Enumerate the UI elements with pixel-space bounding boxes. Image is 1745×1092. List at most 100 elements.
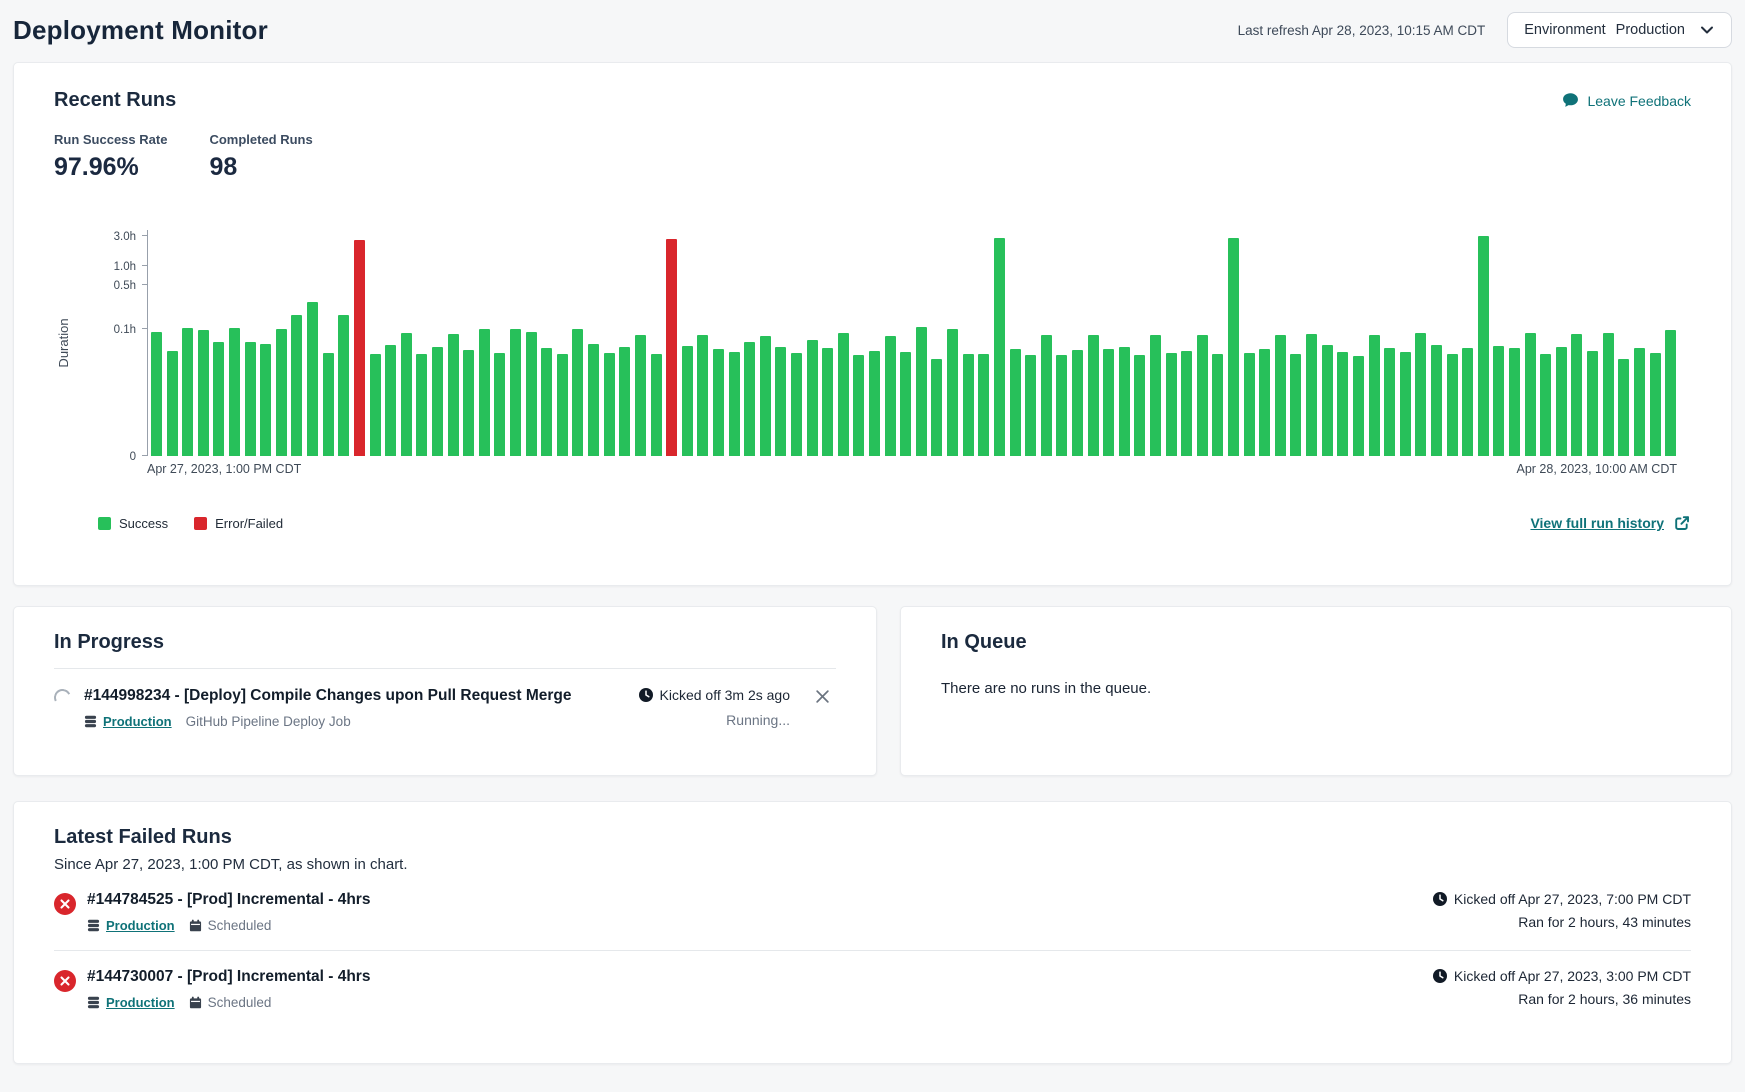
chart-bar-success[interactable]: [978, 354, 989, 456]
chart-bar-success[interactable]: [1072, 350, 1083, 456]
chart-bar-success[interactable]: [838, 333, 849, 456]
chart-bar-success[interactable]: [1275, 335, 1286, 456]
chart-bar-success[interactable]: [791, 353, 802, 456]
chart-bar-success[interactable]: [1290, 354, 1301, 456]
chart-bar-success[interactable]: [338, 315, 349, 456]
chart-bar-success[interactable]: [635, 335, 646, 456]
chart-bar-success[interactable]: [1353, 356, 1364, 456]
chart-bar-success[interactable]: [1337, 352, 1348, 456]
chart-bar-success[interactable]: [947, 329, 958, 456]
chart-bar-success[interactable]: [963, 354, 974, 456]
chart-bar-success[interactable]: [494, 353, 505, 456]
chart-bar-success[interactable]: [1509, 348, 1520, 456]
chart-bar-success[interactable]: [401, 333, 412, 456]
chart-bar-success[interactable]: [1103, 349, 1114, 456]
chart-bar-success[interactable]: [245, 342, 256, 456]
chart-bar-success[interactable]: [1665, 330, 1676, 456]
chart-bar-success[interactable]: [1634, 348, 1645, 456]
chart-bar-success[interactable]: [760, 336, 771, 456]
chart-bar-success[interactable]: [1228, 238, 1239, 456]
chart-bar-success[interactable]: [479, 329, 490, 456]
chart-bar-success[interactable]: [994, 238, 1005, 456]
chart-bar-success[interactable]: [557, 354, 568, 456]
chart-bar-success[interactable]: [588, 344, 599, 456]
chart-bar-success[interactable]: [1415, 333, 1426, 456]
chart-bar-success[interactable]: [182, 328, 193, 456]
close-icon[interactable]: [815, 689, 830, 704]
chart-bar-success[interactable]: [229, 328, 240, 456]
chart-bar-success[interactable]: [1493, 346, 1504, 456]
chart-bar-success[interactable]: [853, 355, 864, 456]
chart-bar-success[interactable]: [1618, 359, 1629, 457]
chart-bar-success[interactable]: [822, 348, 833, 456]
chart-bar-success[interactable]: [651, 354, 662, 456]
chart-bar-success[interactable]: [213, 342, 224, 456]
chart-bar-success[interactable]: [1088, 335, 1099, 456]
chart-bar-success[interactable]: [1369, 335, 1380, 456]
chart-bar-success[interactable]: [1525, 333, 1536, 456]
chart-bar-success[interactable]: [1166, 353, 1177, 456]
chart-bar-success[interactable]: [604, 353, 615, 456]
chart-bar-success[interactable]: [1306, 334, 1317, 456]
production-link[interactable]: Production: [103, 714, 172, 729]
chart-bar-success[interactable]: [807, 340, 818, 456]
chart-bar-success[interactable]: [510, 329, 521, 456]
chart-bar-success[interactable]: [167, 351, 178, 456]
chart-bar-success[interactable]: [541, 348, 552, 456]
chart-bar-success[interactable]: [151, 332, 162, 456]
chart-bar-success[interactable]: [1322, 345, 1333, 456]
chart-bar-success[interactable]: [713, 349, 724, 456]
chart-bar-success[interactable]: [1119, 347, 1130, 456]
chart-bar-success[interactable]: [1010, 349, 1021, 456]
chart-bar-success[interactable]: [1212, 354, 1223, 456]
chart-bar-success[interactable]: [1056, 355, 1067, 456]
chart-bar-success[interactable]: [526, 332, 537, 456]
chart-bar-success[interactable]: [307, 302, 318, 456]
chart-bar-success[interactable]: [260, 344, 271, 456]
chart-bar-failed[interactable]: [354, 240, 365, 456]
chart-bar-success[interactable]: [1400, 352, 1411, 456]
chart-bar-success[interactable]: [697, 335, 708, 456]
chart-bar-success[interactable]: [370, 354, 381, 456]
chart-bar-success[interactable]: [1462, 348, 1473, 456]
chart-bar-success[interactable]: [1025, 355, 1036, 456]
leave-feedback-link[interactable]: Leave Feedback: [1562, 92, 1691, 109]
production-link[interactable]: Production: [106, 918, 175, 933]
chart-bar-success[interactable]: [885, 336, 896, 456]
environment-dropdown[interactable]: Environment Production: [1507, 12, 1732, 48]
chart-bar-success[interactable]: [432, 347, 443, 456]
chart-bar-success[interactable]: [744, 342, 755, 456]
chart-bar-success[interactable]: [1540, 354, 1551, 456]
chart-bar-success[interactable]: [869, 351, 880, 456]
chart-bar-success[interactable]: [931, 359, 942, 457]
chart-bar-success[interactable]: [1384, 348, 1395, 456]
chart-bar-success[interactable]: [416, 354, 427, 456]
chart-bar-success[interactable]: [1181, 351, 1192, 456]
chart-bar-success[interactable]: [900, 352, 911, 456]
chart-bar-success[interactable]: [1571, 334, 1582, 456]
chart-bar-success[interactable]: [1150, 335, 1161, 456]
chart-bar-success[interactable]: [1259, 349, 1270, 456]
chart-bar-success[interactable]: [1134, 355, 1145, 456]
chart-bar-success[interactable]: [775, 347, 786, 456]
chart-bar-success[interactable]: [1041, 335, 1052, 456]
chart-bar-success[interactable]: [1603, 333, 1614, 456]
chart-bar-success[interactable]: [1587, 351, 1598, 456]
chart-bar-failed[interactable]: [666, 239, 677, 456]
chart-bar-success[interactable]: [1431, 345, 1442, 456]
view-full-run-history-link[interactable]: View full run history: [1530, 514, 1691, 532]
chart-bar-success[interactable]: [323, 353, 334, 456]
chart-bar-success[interactable]: [276, 329, 287, 456]
production-link[interactable]: Production: [106, 995, 175, 1010]
chart-bar-success[interactable]: [729, 352, 740, 456]
chart-bar-success[interactable]: [916, 327, 927, 456]
chart-bar-success[interactable]: [291, 315, 302, 457]
chart-bar-success[interactable]: [1197, 335, 1208, 456]
chart-bar-success[interactable]: [463, 350, 474, 456]
chart-bar-success[interactable]: [1478, 236, 1489, 457]
chart-bar-success[interactable]: [1650, 353, 1661, 456]
chart-bar-success[interactable]: [1556, 347, 1567, 456]
chart-bar-success[interactable]: [448, 334, 459, 456]
chart-bar-success[interactable]: [682, 346, 693, 456]
chart-bar-success[interactable]: [385, 345, 396, 456]
